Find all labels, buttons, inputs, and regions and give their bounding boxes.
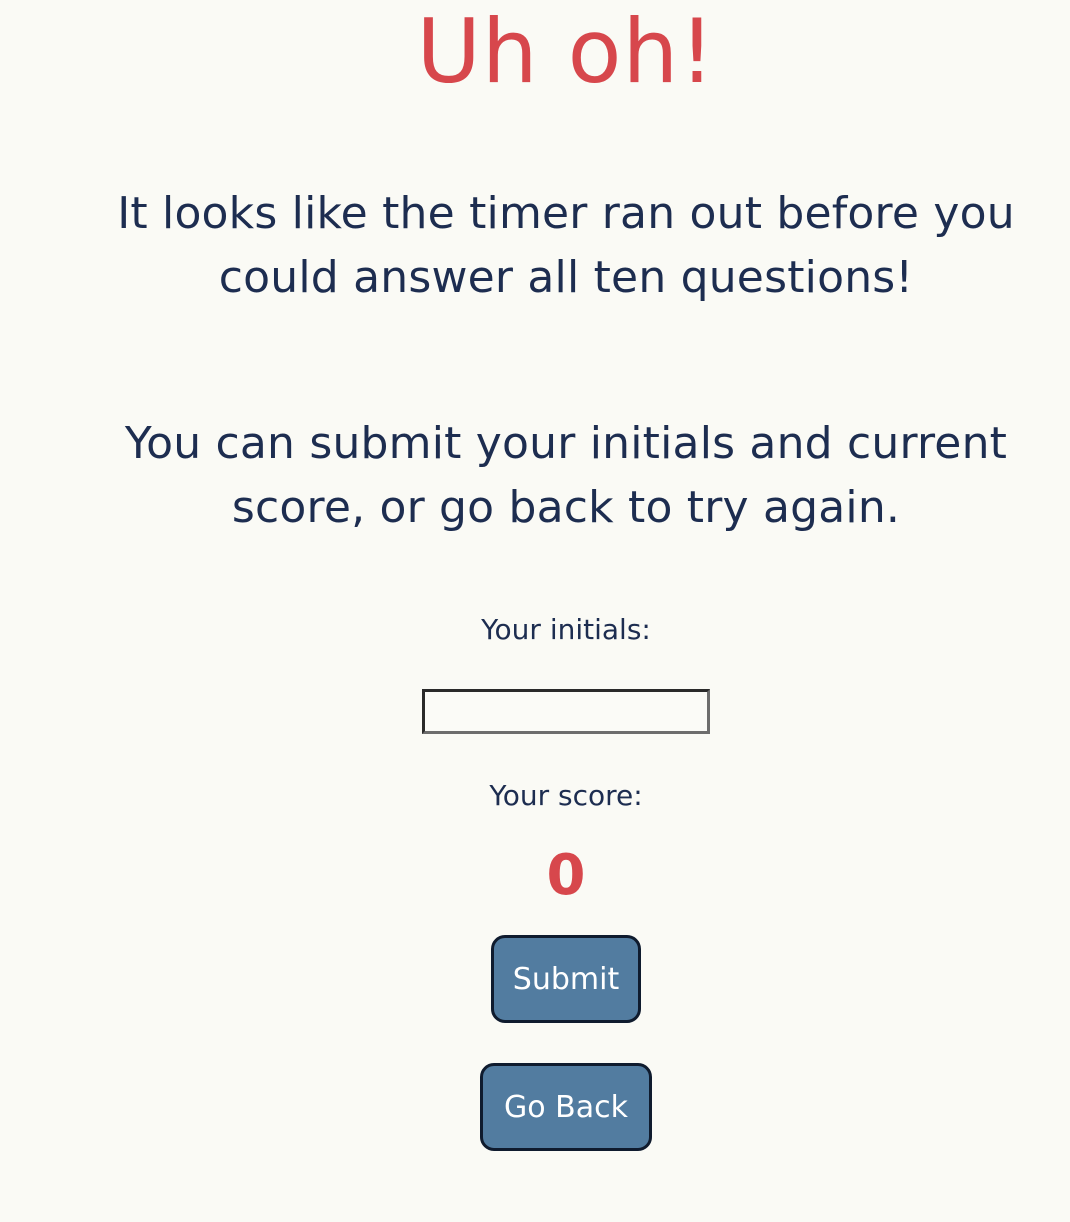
score-label: Your score: <box>489 779 643 812</box>
page-title: Uh oh! <box>416 0 716 103</box>
options-message: You can submit your initials and current… <box>124 418 1008 533</box>
submit-button[interactable]: Submit <box>491 935 641 1023</box>
initials-label: Your initials: <box>481 613 651 646</box>
go-back-button[interactable]: Go Back <box>480 1063 652 1151</box>
timeout-message: It looks like the timer ran out before y… <box>117 188 1015 303</box>
initials-input[interactable] <box>422 689 710 734</box>
score-value: 0 <box>546 843 586 908</box>
